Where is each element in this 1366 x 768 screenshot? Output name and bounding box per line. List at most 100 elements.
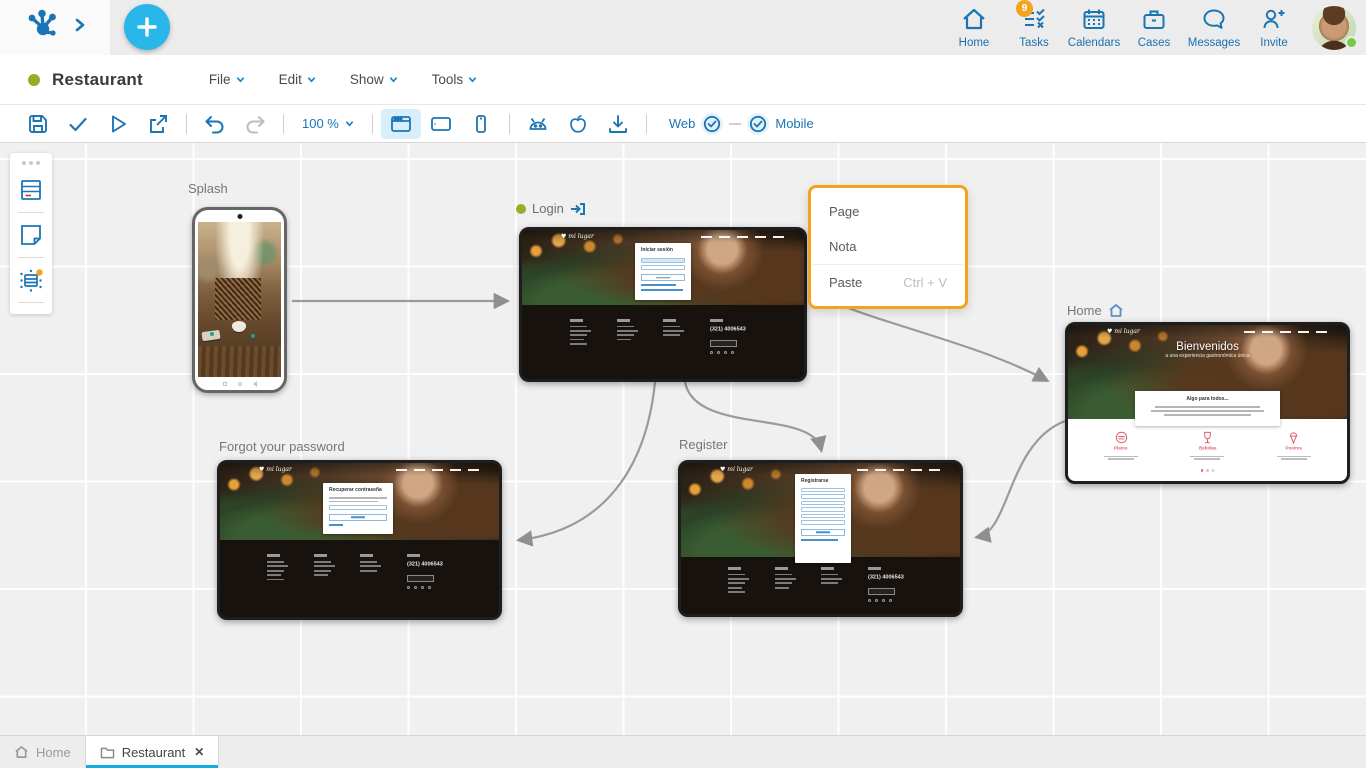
feature-bebidas: Bebidas (1180, 431, 1236, 460)
chevron-down-icon (468, 75, 477, 84)
site-logo: ♥ mi lugar (561, 233, 594, 240)
bottom-tab-bar: Home Restaurant ✕ (0, 735, 1366, 768)
screen-label-register[interactable]: Register (679, 437, 727, 452)
export-android-button[interactable] (518, 109, 558, 139)
toolbar-separator (283, 114, 284, 134)
apply-button[interactable] (58, 109, 98, 139)
tablet-view-button[interactable] (421, 109, 461, 139)
menu-tools[interactable]: Tools (432, 72, 478, 87)
screen-label-login[interactable]: Login (516, 201, 586, 216)
footer-phone: (321) 4006543 (868, 574, 904, 580)
register-footer: (321) 4006543 (681, 557, 960, 614)
register-card: Registrarse (795, 474, 851, 563)
online-status-dot (1345, 36, 1358, 49)
chevron-down-icon (389, 75, 398, 84)
user-avatar[interactable] (1312, 6, 1356, 50)
home-intro-card: Algo para todos... (1135, 391, 1280, 427)
download-icon (606, 113, 630, 135)
canvas-context-menu: Page Nota Paste Ctrl + V (808, 185, 968, 309)
home-page-icon (1108, 303, 1124, 318)
preview-button[interactable] (98, 109, 138, 139)
login-footer: (321) 4006543 (522, 305, 804, 380)
carousel-dots (1068, 469, 1347, 472)
home-tab-icon (14, 745, 29, 759)
project-status-dot (28, 74, 40, 86)
feature-postres: Postres (1266, 431, 1322, 460)
add-new-button[interactable] (124, 4, 170, 50)
zoom-level-value: 100 % (302, 116, 339, 131)
share-icon (147, 113, 169, 135)
tab-restaurant[interactable]: Restaurant ✕ (85, 736, 220, 768)
screen-home[interactable]: ♥ mi lugar Bienvenidos a una experiencia… (1065, 322, 1350, 484)
tablet-icon (429, 113, 453, 135)
save-icon (27, 113, 49, 135)
desktop-view-button[interactable] (381, 109, 421, 139)
screen-label-forgot[interactable]: Forgot your password (219, 439, 345, 454)
tab-close-icon[interactable]: ✕ (194, 745, 204, 759)
app-logo-icon[interactable] (26, 8, 60, 47)
add-note-button[interactable] (14, 218, 48, 252)
nav-invite-button[interactable]: Invite (1244, 7, 1304, 49)
wire-login-to-forgot[interactable] (520, 382, 655, 540)
screen-forgot-password[interactable]: ♥ mi lugar Recuperar contraseña (321) 40… (217, 460, 502, 620)
web-toggle[interactable] (701, 113, 723, 135)
footer-phone: (321) 4006543 (407, 561, 443, 567)
save-button[interactable] (18, 109, 58, 139)
invite-user-icon (1261, 7, 1287, 36)
screen-login[interactable]: ♥ mi lugar Iniciar sesión (321) 4006543 (519, 227, 807, 382)
paste-shortcut: Ctrl + V (903, 275, 947, 290)
share-button[interactable] (138, 109, 178, 139)
home-features: Platos Bebidas Postres (1068, 431, 1347, 460)
desktop-icon (389, 113, 413, 135)
context-menu-item-page[interactable]: Page (811, 194, 965, 229)
menu-file[interactable]: File (209, 72, 245, 87)
redo-button[interactable] (235, 109, 275, 139)
mobile-toggle[interactable] (747, 113, 769, 135)
toolbar-separator (646, 114, 647, 134)
screen-register[interactable]: ♥ mi lugar Registrarse (321) 4006543 (678, 460, 963, 617)
toolbox-drag-handle[interactable] (22, 157, 40, 173)
tab-restaurant-label: Restaurant (122, 745, 186, 760)
sidebar-expand-chevron[interactable] (74, 18, 86, 37)
plate-icon (1115, 431, 1128, 444)
android-icon (526, 113, 550, 135)
nav-tasks-button[interactable]: 9 Tasks (1004, 7, 1064, 49)
add-page-widget-button[interactable] (14, 173, 48, 207)
wire-home-to-register[interactable] (978, 421, 1065, 537)
app-logo-area (0, 0, 110, 55)
nav-cases-button[interactable]: Cases (1124, 7, 1184, 49)
zoom-level-dropdown[interactable]: 100 % (302, 116, 354, 131)
menu-show[interactable]: Show (350, 72, 398, 87)
nav-messages-label: Messages (1188, 37, 1240, 49)
design-canvas[interactable]: Splash Login ♥ mi lugar Iniciar sesión (0, 143, 1366, 735)
menu-edit[interactable]: Edit (279, 72, 316, 87)
nav-calendars-label: Calendars (1068, 37, 1120, 49)
apple-icon (566, 113, 590, 135)
chevron-down-icon (307, 75, 316, 84)
nav-tasks-label: Tasks (1019, 37, 1048, 49)
chevron-down-icon (345, 119, 354, 128)
redo-icon (243, 113, 267, 135)
download-button[interactable] (598, 109, 638, 139)
phone-view-button[interactable] (461, 109, 501, 139)
nav-calendars-button[interactable]: Calendars (1064, 7, 1124, 49)
context-menu-item-nota[interactable]: Nota (811, 229, 965, 264)
screen-label-splash[interactable]: Splash (188, 181, 228, 196)
widget-toolbox (10, 153, 52, 314)
phone-icon (469, 113, 493, 135)
export-ios-button[interactable] (558, 109, 598, 139)
home-hero-subtitle: a una experiencia gastronómica única (1138, 353, 1278, 359)
add-master-button[interactable] (14, 263, 48, 297)
master-component-icon (17, 266, 45, 294)
check-circle-icon (749, 115, 767, 133)
screen-label-home[interactable]: Home (1067, 303, 1124, 318)
undo-button[interactable] (195, 109, 235, 139)
nav-messages-button[interactable]: Messages (1184, 7, 1244, 49)
toolbox-separator (18, 302, 44, 303)
nav-home-button[interactable]: Home (944, 7, 1004, 49)
nav-home-label: Home (959, 37, 990, 49)
screen-splash[interactable] (192, 207, 287, 393)
tab-home[interactable]: Home (0, 736, 85, 768)
chevron-down-icon (236, 75, 245, 84)
context-menu-item-paste[interactable]: Paste Ctrl + V (811, 265, 965, 300)
